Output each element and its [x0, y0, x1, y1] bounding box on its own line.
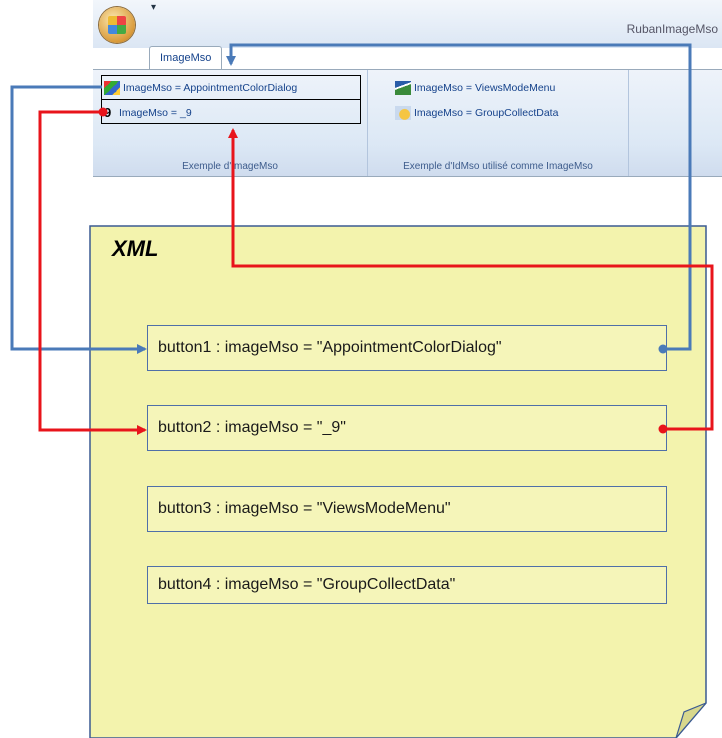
- connector-arrows: [10, 43, 714, 435]
- red-arrow-to-ribbon: [228, 128, 714, 431]
- blue-arrow-to-button1: [10, 85, 147, 354]
- blue-arrow-to-tab: [226, 43, 692, 351]
- red-arrow-to-button2: [38, 110, 147, 435]
